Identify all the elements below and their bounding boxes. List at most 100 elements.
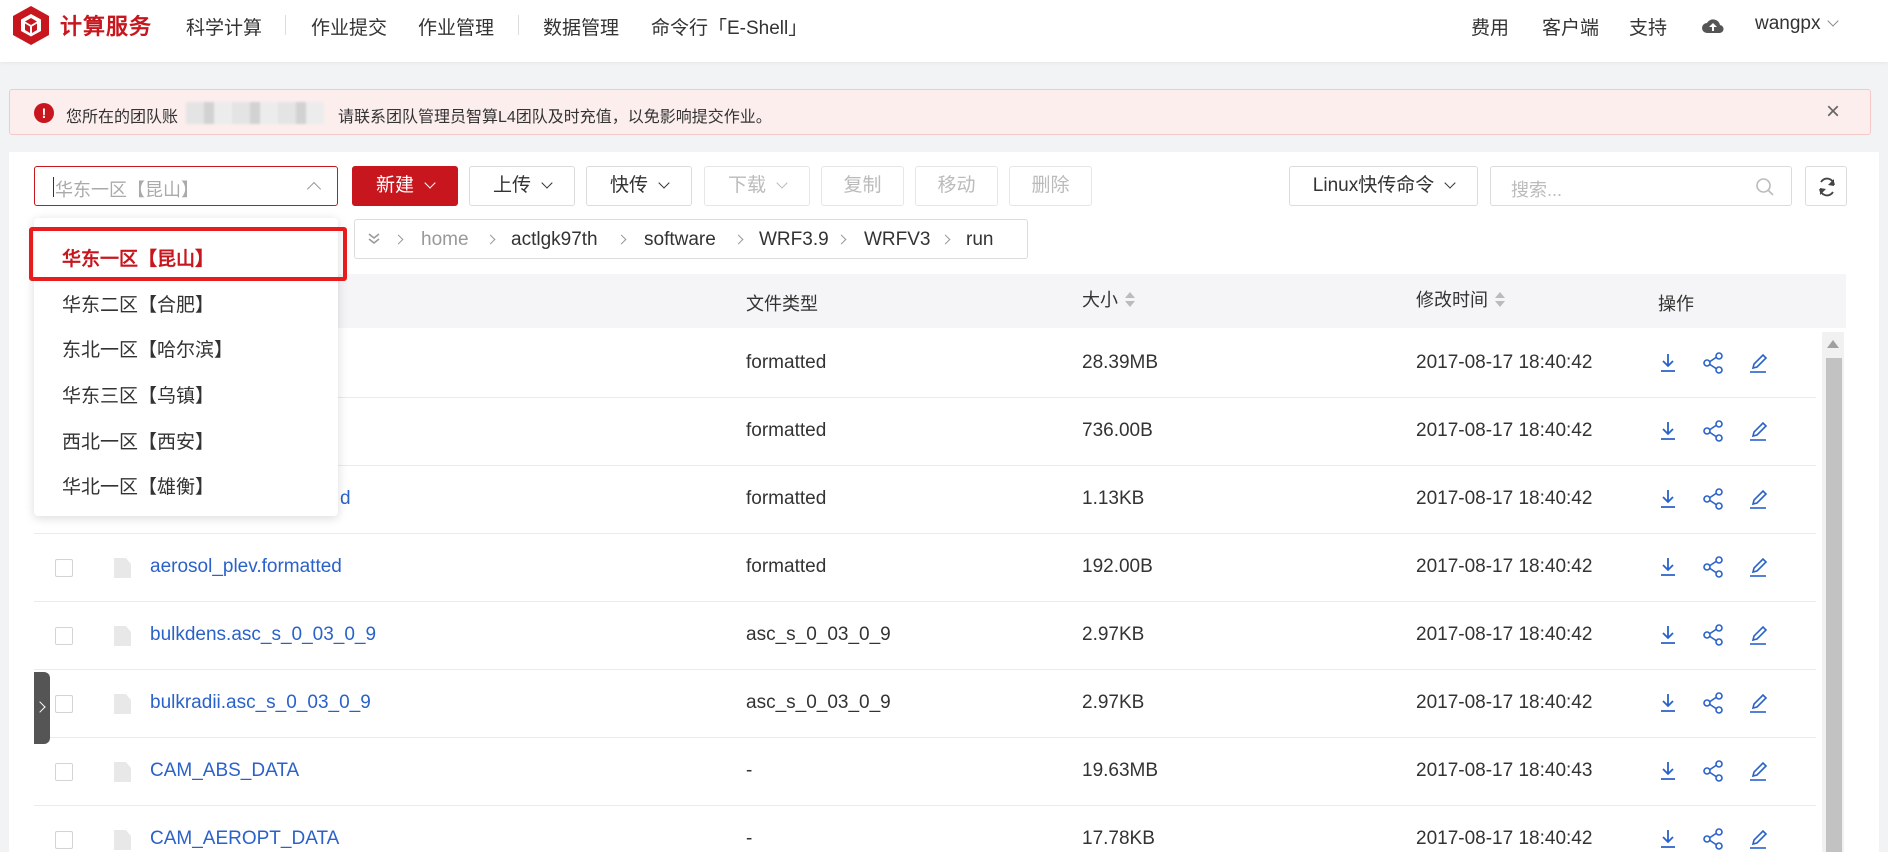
alert-text-start: 您所在的团队账 <box>66 109 179 126</box>
file-name-link[interactable]: CAM_ABS_DATA <box>150 760 299 782</box>
new-button[interactable]: 新建 <box>352 166 458 206</box>
share-icon[interactable] <box>1700 486 1726 512</box>
alert-text-end: 请联系团队管理员智算L4团队及时充值，以免影响提交作业。 <box>338 109 772 126</box>
download-icon[interactable] <box>1655 826 1681 852</box>
file-size: 1.13KB <box>1082 488 1145 509</box>
delete-button[interactable]: 删除 <box>1009 166 1092 206</box>
close-icon[interactable]: × <box>1826 98 1840 126</box>
chevron-down-icon <box>1444 177 1456 189</box>
region-option-harbin[interactable]: 东北一区【哈尔滨】 <box>62 335 233 362</box>
nav-eshell[interactable]: 命令行「E-Shell」 <box>651 13 807 40</box>
scroll-up-arrow-icon[interactable] <box>1827 340 1839 348</box>
sidebar-expand-handle[interactable] <box>34 672 50 744</box>
region-option-hefei[interactable]: 华东二区【合肥】 <box>62 290 214 317</box>
edit-icon[interactable] <box>1745 690 1771 716</box>
logo[interactable]: 计算服务 <box>10 4 152 46</box>
download-icon[interactable] <box>1655 758 1681 784</box>
edit-icon[interactable] <box>1745 622 1771 648</box>
breadcrumb-run[interactable]: run <box>966 229 993 251</box>
edit-icon[interactable] <box>1745 758 1771 784</box>
download-icon[interactable] <box>1655 350 1681 376</box>
chevron-down-icon <box>424 177 436 189</box>
table-row[interactable]: bulkradii.asc_s_0_03_0_9 asc_s_0_03_0_9 2.… <box>34 670 1816 738</box>
row-checkbox[interactable] <box>55 627 73 645</box>
breadcrumb-home[interactable]: home <box>421 229 469 251</box>
file-type: asc_s_0_03_0_9 <box>746 692 891 713</box>
download-icon[interactable] <box>1655 690 1681 716</box>
breadcrumb-actlgk97th[interactable]: actlgk97th <box>511 229 598 251</box>
search-input[interactable]: 搜索... <box>1490 166 1792 206</box>
nav-client[interactable]: 客户端 <box>1542 13 1599 40</box>
file-name-link[interactable]: bulkdens.asc_s_0_03_0_9 <box>150 624 376 646</box>
column-size[interactable]: 大小 <box>1082 286 1135 312</box>
breadcrumb-wrfv3[interactable]: WRFV3 <box>864 229 931 251</box>
row-checkbox[interactable] <box>55 559 73 577</box>
edit-icon[interactable] <box>1745 418 1771 444</box>
nav-fees[interactable]: 费用 <box>1471 13 1509 40</box>
table-row[interactable]: aerosol_plev.formatted formatted 192.00B 20… <box>34 534 1816 602</box>
edit-icon[interactable] <box>1745 486 1771 512</box>
file-modified: 2017-08-17 18:40:42 <box>1416 828 1593 849</box>
file-name-link[interactable]: bulkradii.asc_s_0_03_0_9 <box>150 692 371 714</box>
share-icon[interactable] <box>1700 554 1726 580</box>
file-name-link[interactable]: aerosol_plev.formatted <box>150 556 342 578</box>
refresh-button[interactable] <box>1805 166 1847 206</box>
breadcrumb-wrf39[interactable]: WRF3.9 <box>759 229 829 251</box>
row-checkbox[interactable] <box>55 695 73 713</box>
column-modified[interactable]: 修改时间 <box>1416 286 1505 312</box>
edit-icon[interactable] <box>1745 350 1771 376</box>
cloud-upload-icon[interactable] <box>1701 16 1725 36</box>
move-button[interactable]: 移动 <box>915 166 998 206</box>
scrollbar-thumb[interactable] <box>1826 358 1842 852</box>
row-checkbox[interactable] <box>55 763 73 781</box>
search-icon[interactable] <box>1755 177 1775 197</box>
share-icon[interactable] <box>1700 418 1726 444</box>
edit-icon[interactable] <box>1745 826 1771 852</box>
file-icon <box>114 626 131 646</box>
table-row[interactable]: CAM_ABS_DATA - 19.63MB 2017-08-17 18:40:43 <box>34 738 1816 806</box>
table-row[interactable]: CAM_AEROPT_DATA - 17.78KB 2017-08-17 18:40:… <box>34 806 1816 852</box>
breadcrumb-software[interactable]: software <box>644 229 716 251</box>
file-type: asc_s_0_03_0_9 <box>746 624 891 645</box>
logo-cube-icon <box>13 6 49 45</box>
nav-scientific-computing[interactable]: 科学计算 <box>186 13 262 40</box>
file-icon <box>114 694 131 714</box>
download-icon[interactable] <box>1655 486 1681 512</box>
file-name-link[interactable]: CAM_AEROPT_DATA <box>150 828 339 850</box>
region-option-wuzhen[interactable]: 华东三区【乌镇】 <box>62 381 214 408</box>
quick-transfer-button[interactable]: 快传 <box>586 166 692 206</box>
share-icon[interactable] <box>1700 350 1726 376</box>
user-menu[interactable]: wangpx <box>1755 13 1839 35</box>
file-modified: 2017-08-17 18:40:42 <box>1416 692 1593 713</box>
file-type: formatted <box>746 488 827 509</box>
warning-icon: ! <box>34 103 54 123</box>
share-icon[interactable] <box>1700 622 1726 648</box>
file-modified: 2017-08-17 18:40:42 <box>1416 624 1593 645</box>
download-button[interactable]: 下载 <box>704 166 810 206</box>
download-icon[interactable] <box>1655 418 1681 444</box>
nav-support[interactable]: 支持 <box>1629 13 1667 40</box>
region-select[interactable]: 华东一区【昆山】 <box>34 166 338 206</box>
row-checkbox[interactable] <box>55 831 73 849</box>
region-option-xiongheng[interactable]: 华北一区【雄衡】 <box>62 472 214 499</box>
region-option-xian[interactable]: 西北一区【西安】 <box>62 427 214 454</box>
download-icon[interactable] <box>1655 554 1681 580</box>
nav-job-submit[interactable]: 作业提交 <box>311 13 387 40</box>
copy-button[interactable]: 复制 <box>821 166 904 206</box>
chevron-down-icon <box>1826 15 1839 27</box>
download-icon[interactable] <box>1655 622 1681 648</box>
table-row[interactable]: bulkdens.asc_s_0_03_0_9 asc_s_0_03_0_9 2.9… <box>34 602 1816 670</box>
sort-icon[interactable] <box>1494 292 1505 308</box>
nav-job-manage[interactable]: 作业管理 <box>418 13 494 40</box>
file-name-link[interactable]: d <box>340 488 351 510</box>
share-icon[interactable] <box>1700 826 1726 852</box>
upload-button[interactable]: 上传 <box>469 166 575 206</box>
share-icon[interactable] <box>1700 758 1726 784</box>
linux-command-button[interactable]: Linux快传命令 <box>1289 166 1478 206</box>
nav-data-manage[interactable]: 数据管理 <box>543 13 619 40</box>
edit-icon[interactable] <box>1745 554 1771 580</box>
share-icon[interactable] <box>1700 690 1726 716</box>
file-size: 17.78KB <box>1082 828 1155 849</box>
sort-icon[interactable] <box>1124 292 1135 308</box>
chevrons-down-icon[interactable] <box>367 232 381 246</box>
